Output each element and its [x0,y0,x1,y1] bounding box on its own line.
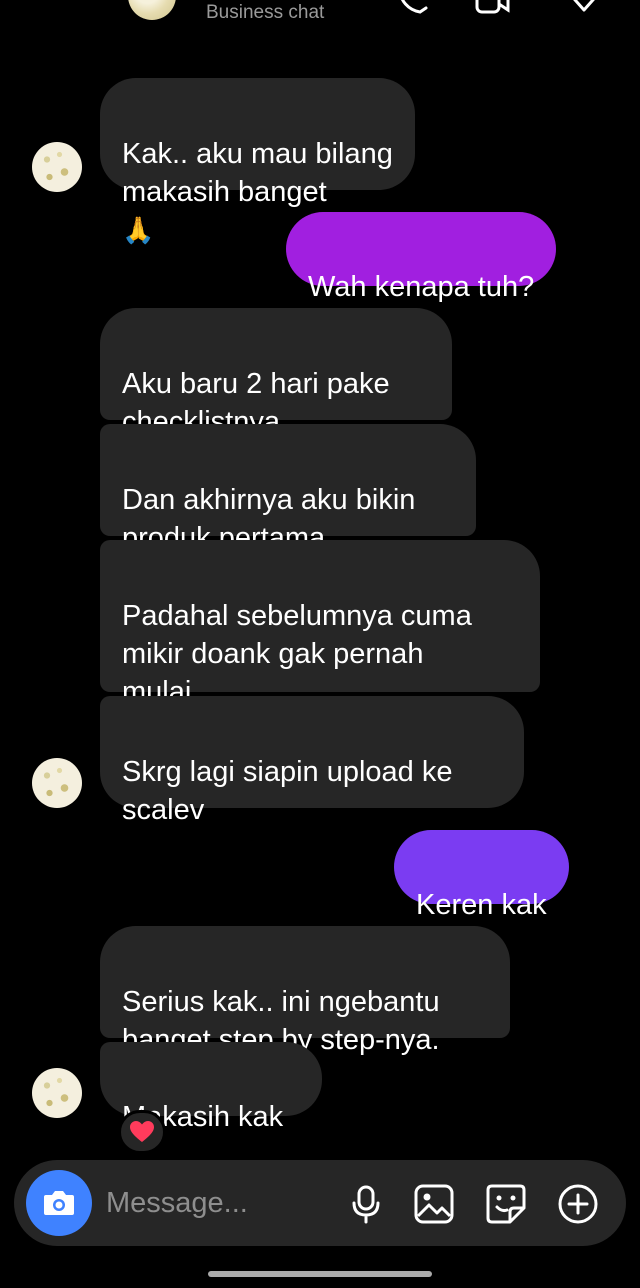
video-icon[interactable] [474,0,510,18]
incoming-message[interactable]: Dan akhirnya aku bikin produk pertama 😊 [100,424,476,592]
phone-icon[interactable] [394,0,430,18]
sticker-icon[interactable] [484,1182,528,1226]
message-composer [14,1160,626,1246]
outgoing-message[interactable]: Wah kenapa tuh? ☺️ [286,212,557,341]
contact-avatar [32,758,82,808]
tag-icon[interactable] [566,0,602,18]
home-indicator[interactable] [208,1271,432,1277]
microphone-icon[interactable] [344,1182,388,1226]
heart-icon [130,1121,154,1142]
incoming-message[interactable]: Aku baru 2 hari pake checklistnya [100,308,452,438]
message-input[interactable] [106,1180,346,1226]
incoming-message[interactable]: Skrg lagi siapin upload ke scalev [100,696,524,826]
incoming-message[interactable]: Makasih kak [100,1042,322,1133]
incoming-message[interactable]: Serius kak.. ini ngebantu banget step by… [100,926,510,1056]
chat-subtitle: Business chat [206,2,325,23]
contact-avatar [32,1068,82,1118]
contact-avatar[interactable] [128,0,176,20]
contact-avatar [32,142,82,192]
plus-icon[interactable] [556,1182,600,1226]
camera-icon [44,1191,74,1215]
emoji: 🙏 [122,216,155,246]
incoming-message[interactable]: Kak.. aku mau bilang makasih banget 🙏 [100,78,415,246]
back-arrow-icon[interactable] [24,0,48,10]
gallery-icon[interactable] [412,1182,456,1226]
heart-reaction[interactable] [118,1110,166,1154]
incoming-message[interactable]: Padahal sebelumnya cuma mikir doank gak … [100,540,540,708]
outgoing-message[interactable]: Keren kak 👍 [394,830,569,959]
camera-button[interactable] [26,1170,92,1236]
chat-header: Business chat [0,0,640,30]
